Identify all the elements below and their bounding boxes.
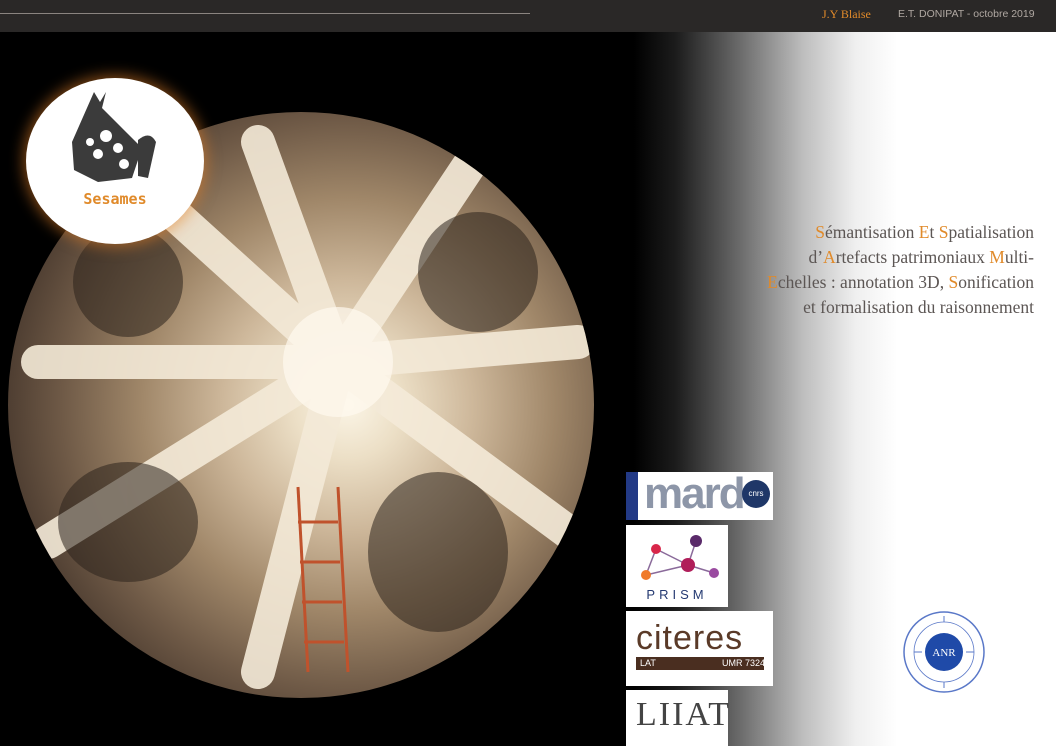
liiat-wordmark: LIIAT: [636, 696, 731, 733]
citeres-wordmark: citeres: [636, 619, 744, 657]
mard-wordmark: mard: [644, 469, 746, 518]
sesames-emblem-icon: [72, 92, 156, 182]
citeres-umr-label: UMR 7324: [722, 658, 766, 668]
title-initial: M: [989, 247, 1005, 267]
title-text: rtefacts patrimoniaux: [835, 247, 990, 267]
project-title: Sémantisation Et Spatialisation d’Artefac…: [690, 220, 1034, 320]
anr-funding-seal: ANR: [902, 610, 986, 694]
prism-wordmark: PRISM: [646, 587, 708, 602]
title-initial: A: [823, 247, 836, 267]
prism-network-icon: [641, 535, 719, 580]
title-initial: E: [767, 272, 778, 292]
sesames-logo: Sesames: [26, 78, 204, 244]
title-initial: E: [918, 222, 930, 242]
author-name: J.Y Blaise: [822, 7, 871, 21]
anr-seal-icon: ANR: [903, 611, 985, 693]
partner-logo-liiat: LIIAT: [626, 690, 731, 746]
event-caption: E.T. DONIPAT - octobre 2019: [898, 8, 1035, 20]
title-text: chelles : annotation 3D,: [777, 272, 949, 292]
partner-logo-mard: mard cnrs: [626, 469, 773, 520]
anr-seal-label: ANR: [932, 647, 956, 659]
partner-logo-prism: PRISM: [626, 525, 728, 607]
title-text: et formalisation du raisonnement: [803, 297, 1034, 317]
title-text: t: [929, 222, 939, 242]
top-rule: [0, 13, 530, 14]
logo-label: Sesames: [83, 190, 147, 208]
mard-ministry-band: [626, 472, 638, 520]
title-initial: S: [815, 222, 825, 242]
citeres-lat-label: LAT: [640, 658, 656, 668]
title-text: patialisation: [948, 222, 1034, 242]
cnrs-badge: cnrs: [742, 480, 770, 508]
title-initial: S: [948, 272, 959, 292]
title-initial: S: [938, 222, 949, 242]
top-bar: J.Y Blaise E.T. DONIPAT - octobre 2019: [0, 0, 1056, 32]
title-text: onification: [958, 272, 1034, 292]
title-text: ulti-: [1004, 247, 1034, 267]
title-text: émantisation: [824, 222, 919, 242]
partner-logo-citeres: citeres LAT UMR 7324: [626, 611, 773, 686]
title-text: d’: [808, 247, 824, 267]
